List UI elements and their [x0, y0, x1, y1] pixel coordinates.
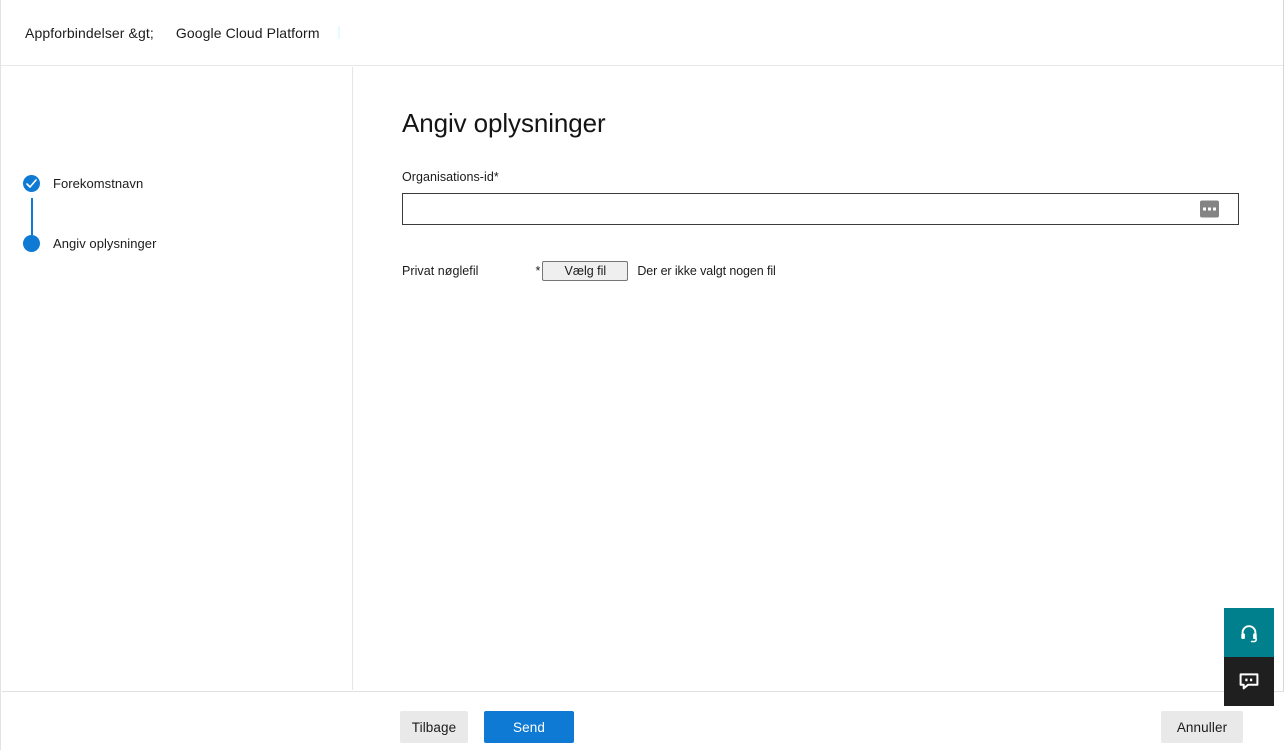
text-cursor-artifact — [337, 26, 340, 39]
sidebar-step-label: Forekomstnavn — [53, 176, 144, 191]
private-key-file-label: Privat nøglefil — [402, 264, 479, 278]
check-circle-icon — [23, 175, 40, 192]
cancel-button[interactable]: Annuller — [1161, 711, 1243, 743]
sidebar-step-label: Angiv oplysninger — [53, 236, 157, 251]
back-button[interactable]: Tilbage — [400, 711, 468, 743]
required-asterisk: * — [493, 170, 499, 184]
breadcrumb-current-item: Google Cloud Platform — [175, 24, 320, 41]
ellipsis-icon[interactable] — [1200, 200, 1219, 218]
chat-bubble-icon — [1239, 672, 1259, 689]
floating-widget-stack — [1224, 608, 1274, 706]
ellipsis-dot — [1208, 207, 1211, 211]
required-asterisk: * — [535, 264, 541, 278]
main-content-panel: Angiv oplysninger Organisations-id* Priv… — [354, 67, 1283, 690]
sidebar-step-angiv-oplysninger[interactable]: Angiv oplysninger — [23, 235, 156, 252]
organisation-id-input-wrapper — [402, 193, 1239, 225]
filled-circle-icon — [23, 235, 40, 252]
private-key-file-field-group: Privat nøglefil * Vælg fil Der er ikke v… — [402, 261, 776, 281]
ellipsis-dot — [1203, 207, 1206, 211]
breadcrumb-header: Appforbindelser &gt; Google Cloud Platfo… — [1, 0, 1283, 66]
step-connector-line — [31, 198, 33, 235]
organisation-id-label-text: Organisations-id — [402, 170, 494, 184]
organisation-id-field-group: Organisations-id* — [402, 170, 1239, 225]
footer-action-bar: Tilbage Send Annuller — [2, 691, 1284, 750]
support-widget-button[interactable] — [1224, 608, 1274, 657]
ellipsis-dot — [1213, 207, 1216, 211]
organisation-id-label: Organisations-id* — [402, 170, 1239, 184]
app-window: Appforbindelser &gt; Google Cloud Platfo… — [0, 0, 1284, 750]
submit-button[interactable]: Send — [484, 711, 574, 743]
headset-icon — [1241, 624, 1257, 642]
organisation-id-input[interactable] — [403, 194, 1238, 224]
breadcrumb-root-link[interactable]: Appforbindelser &gt; — [25, 25, 154, 41]
sidebar-step-forekomstnavn[interactable]: Forekomstnavn — [23, 175, 143, 192]
choose-file-button[interactable]: Vælg fil — [542, 261, 629, 281]
wizard-step-rail: Forekomstnavn Angiv oplysninger — [2, 67, 353, 690]
page-title: Angiv oplysninger — [402, 108, 606, 138]
selected-file-status: Der er ikke valgt nogen fil — [637, 264, 776, 278]
chat-widget-button[interactable] — [1224, 657, 1274, 706]
